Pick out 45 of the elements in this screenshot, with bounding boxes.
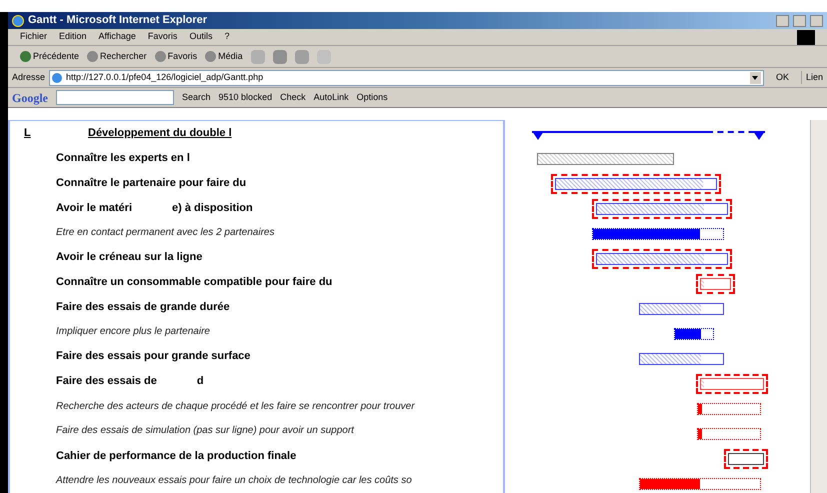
menu-item[interactable]: Affichage xyxy=(98,30,136,44)
task-name: Connaître un consommable compatible pour faire du xyxy=(56,274,332,290)
popup-blocker-button[interactable]: 9510 blocked xyxy=(218,90,272,104)
menu-item[interactable]: Outils xyxy=(189,30,212,44)
google-search-field[interactable] xyxy=(56,90,174,105)
restore-button[interactable] xyxy=(793,14,806,26)
task-name: e) à disposition xyxy=(172,200,253,216)
task-name: Impliquer encore plus le partenaire xyxy=(56,325,210,340)
summary-code: L xyxy=(24,126,32,142)
task-name: Attendre les nouveaux essais pour faire un choix de technologie car les coûts so xyxy=(56,474,412,488)
toolbar-button[interactable]: Rechercher xyxy=(87,50,147,64)
options-button[interactable]: Options xyxy=(356,90,388,104)
address-field[interactable]: http://127.0.0.1/pfe04_126/logiciel_adp/Gantt.php xyxy=(49,70,764,86)
menu-item[interactable]: Favoris xyxy=(148,30,178,44)
minimize-button[interactable] xyxy=(776,14,789,26)
menu-item[interactable]: Fichier xyxy=(20,30,48,44)
scrollbar[interactable] xyxy=(810,120,827,493)
autolink-button[interactable]: AutoLink xyxy=(314,90,349,104)
task-name: Connaître le partenaire pour faire du xyxy=(56,176,246,191)
task-name: d xyxy=(196,374,204,390)
menu-item[interactable]: ? xyxy=(224,30,230,44)
task-name: Connaître les experts en l xyxy=(56,150,190,166)
toolbar-button[interactable]: Précédente xyxy=(20,50,80,64)
address-value: http://127.0.0.1/pfe04_126/logiciel_adp/Gantt.php xyxy=(66,70,264,84)
summary-title: Développement du double l xyxy=(88,126,232,142)
spell-check-button[interactable]: Check xyxy=(280,90,306,104)
task-name: Faire des essais de grande durée xyxy=(56,300,230,315)
task-name: Faire des essais pour grande surface xyxy=(56,349,250,364)
address-label: Adresse xyxy=(12,70,46,84)
task-name: Etre en contact permanent avec les 2 partenaires xyxy=(56,226,274,240)
task-name: Faire des essais de simulation (pas sur ligne) pour avoir un support xyxy=(56,424,354,438)
menu-item[interactable]: Edition xyxy=(59,30,87,44)
window-title: Gantt - Microsoft Internet Explorer xyxy=(28,13,208,28)
task-name: Faire des essais de xyxy=(56,374,157,390)
links-button[interactable]: Lien xyxy=(800,70,823,84)
task-name: Cahier de performance de la production finale xyxy=(56,448,296,464)
toolbar-button[interactable]: Favoris xyxy=(154,50,198,64)
close-button[interactable] xyxy=(810,14,823,26)
google-logo[interactable]: Google xyxy=(12,88,48,106)
task-name: Recherche des acteurs de chaque procédé et les faire se rencontrer pour trouver xyxy=(56,400,415,414)
toolbar-button[interactable]: Média xyxy=(205,50,243,64)
search-button[interactable]: Search xyxy=(182,90,211,104)
task-name: Avoir le matéri xyxy=(56,200,132,216)
go-button[interactable]: OK xyxy=(768,70,797,84)
task-name: Avoir le créneau sur la ligne xyxy=(56,250,202,266)
